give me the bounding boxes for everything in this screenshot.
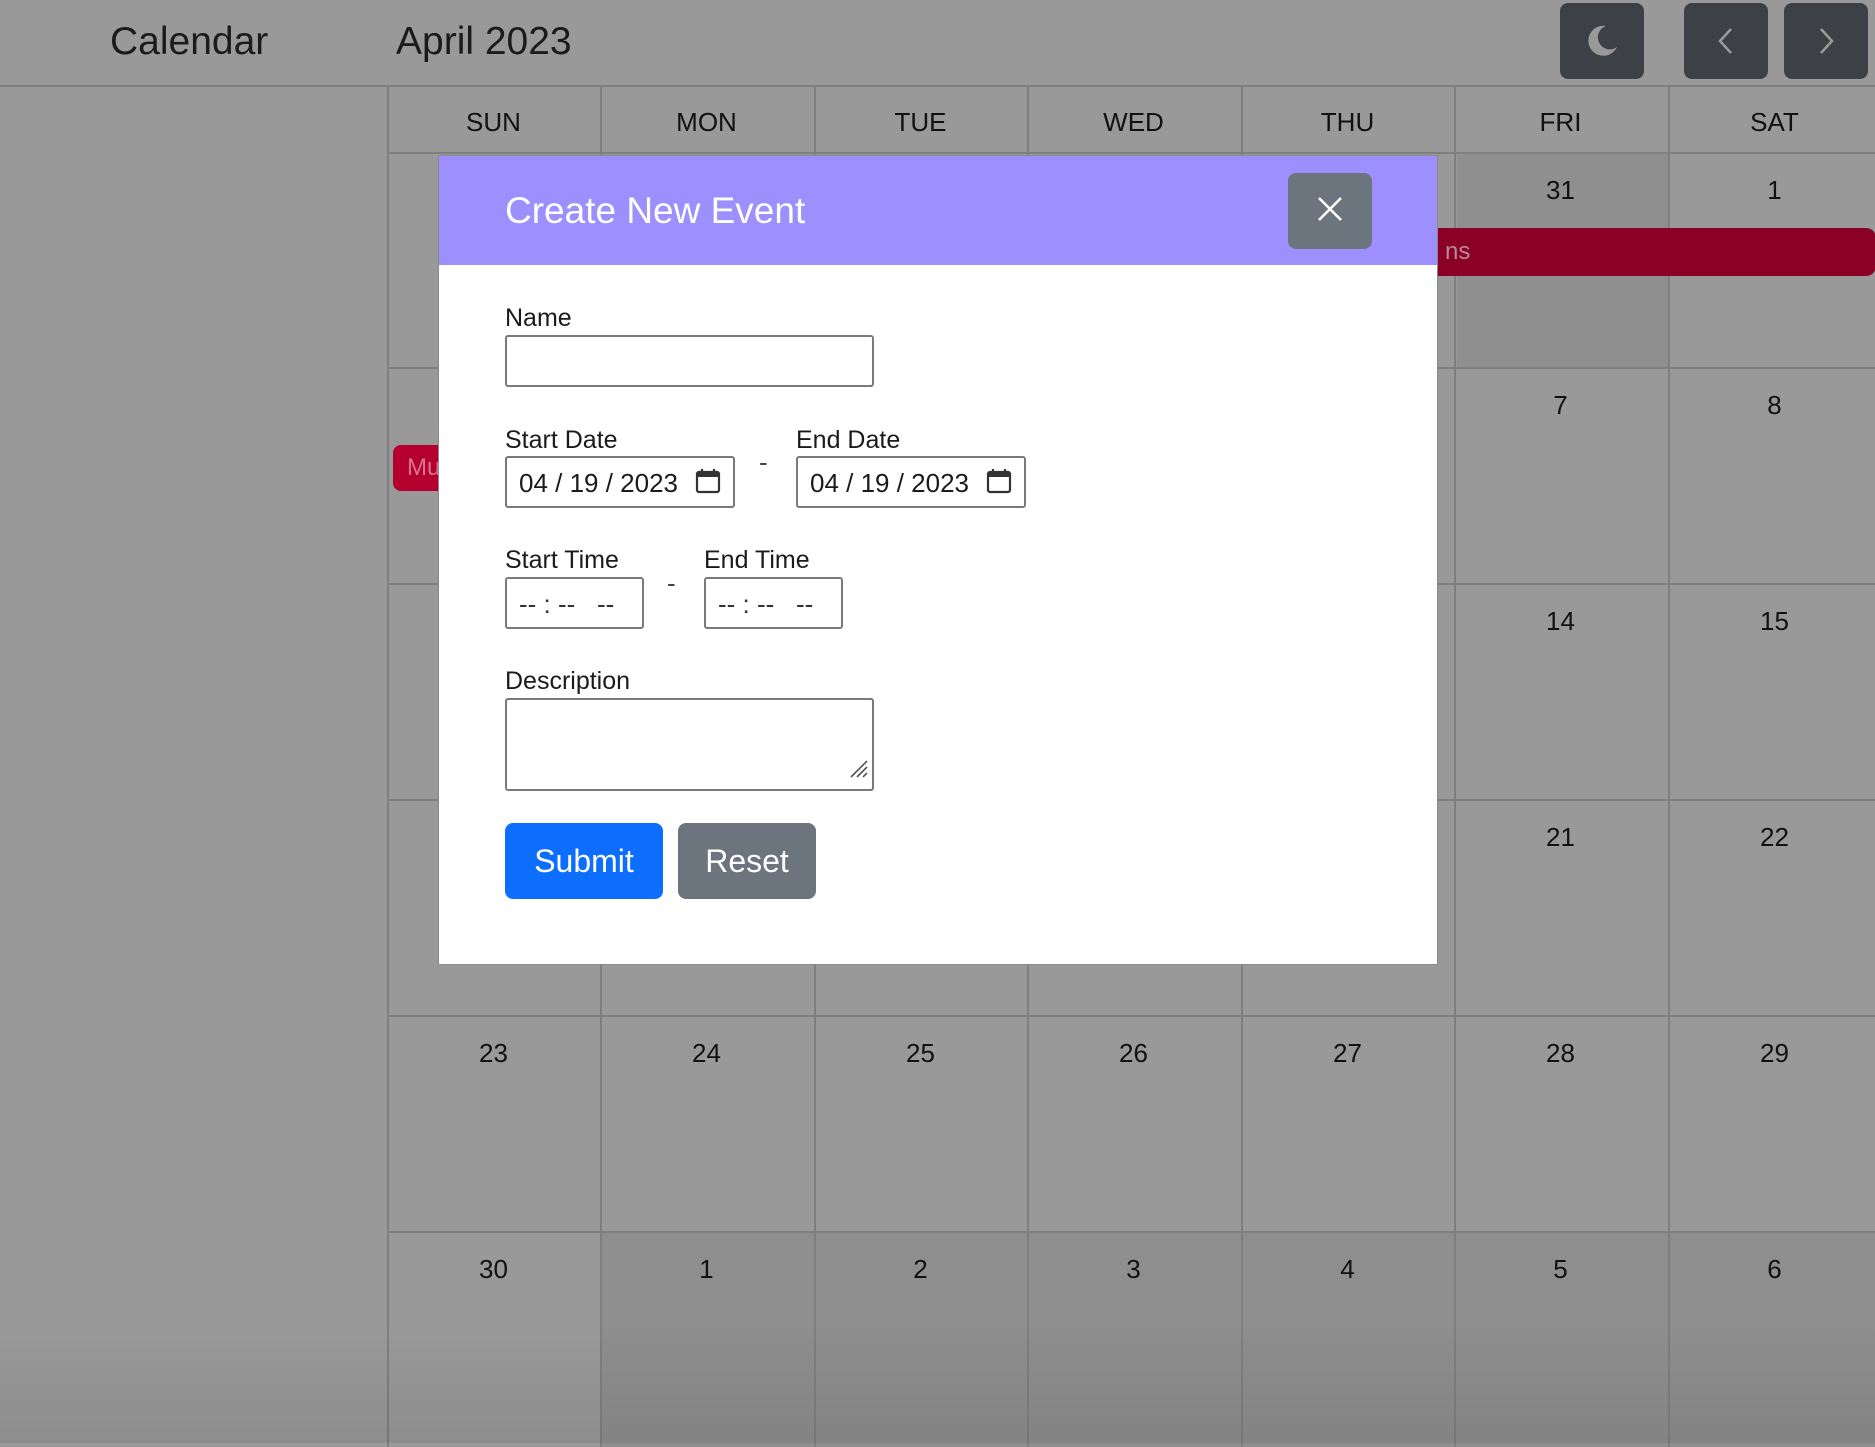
- day-number[interactable]: 23: [387, 1038, 600, 1069]
- day-number[interactable]: 15: [1668, 606, 1875, 637]
- description-textarea[interactable]: [505, 698, 874, 791]
- dark-mode-button[interactable]: [1560, 3, 1644, 79]
- day-number[interactable]: 30: [387, 1254, 600, 1285]
- day-number[interactable]: 24: [600, 1038, 813, 1069]
- chevron-left-icon: [1715, 26, 1737, 56]
- day-number[interactable]: 5: [1454, 1254, 1667, 1285]
- day-number[interactable]: 14: [1454, 606, 1667, 637]
- day-number[interactable]: 28: [1454, 1038, 1667, 1069]
- calendar-event[interactable]: ns: [1387, 228, 1875, 276]
- chevron-right-icon: [1815, 26, 1837, 56]
- start-time-input[interactable]: -- : -- --: [505, 577, 644, 629]
- start-date-label: Start Date: [505, 426, 618, 454]
- start-time-value: -- : -- --: [519, 589, 615, 619]
- end-time-label: End Time: [704, 546, 810, 574]
- day-number[interactable]: 21: [1454, 822, 1667, 853]
- app-title: Calendar: [110, 20, 269, 63]
- weekday-header: FRI: [1539, 107, 1582, 137]
- calendar-icon[interactable]: [986, 467, 1012, 502]
- weekday-header: MON: [676, 107, 737, 137]
- description-label: Description: [505, 667, 631, 695]
- day-number[interactable]: 25: [814, 1038, 1027, 1069]
- day-number[interactable]: 4: [1241, 1254, 1454, 1285]
- weekday-header: THU: [1320, 107, 1375, 137]
- reset-button[interactable]: Reset: [678, 823, 816, 899]
- weekday-header: SUN: [466, 107, 521, 137]
- day-number[interactable]: 29: [1668, 1038, 1875, 1069]
- day-number[interactable]: 2: [814, 1254, 1027, 1285]
- modal-title: Create New Event: [505, 190, 806, 231]
- end-time-value: -- : -- --: [718, 589, 814, 619]
- end-date-label: End Date: [796, 426, 901, 454]
- top-bar: Calendar April 2023: [0, 0, 1875, 87]
- day-number[interactable]: 31: [1454, 175, 1667, 206]
- modal-header: Create New Event: [439, 156, 1437, 265]
- start-date-input[interactable]: 04 / 19 / 2023: [505, 456, 735, 508]
- close-button[interactable]: [1288, 173, 1372, 249]
- weekday-header: TUE: [894, 107, 947, 137]
- time-range-separator: -: [667, 568, 676, 598]
- weekday-header: WED: [1103, 107, 1164, 137]
- end-time-input[interactable]: -- : -- --: [704, 577, 843, 629]
- day-number[interactable]: 26: [1027, 1038, 1240, 1069]
- start-date-value: 04 / 19 / 2023: [519, 468, 679, 498]
- day-number[interactable]: 1: [600, 1254, 813, 1285]
- day-number[interactable]: 7: [1454, 390, 1667, 421]
- event-label: Mu: [407, 454, 441, 481]
- day-number[interactable]: 27: [1241, 1038, 1454, 1069]
- month-title: April 2023: [396, 20, 572, 63]
- day-number[interactable]: 22: [1668, 822, 1875, 853]
- resize-handle-icon[interactable]: [847, 755, 869, 786]
- weekday-header: SAT: [1750, 107, 1799, 137]
- create-event-modal: Create New Event Name Start Date 04 / 19…: [439, 156, 1437, 964]
- day-number[interactable]: 1: [1668, 175, 1875, 206]
- event-label: ns: [1445, 238, 1471, 265]
- name-label: Name: [505, 304, 572, 332]
- calendar-icon[interactable]: [695, 467, 721, 502]
- prev-month-button[interactable]: [1684, 3, 1768, 79]
- submit-button[interactable]: Submit: [505, 823, 663, 899]
- backdrop-shade: [0, 1323, 1875, 1443]
- start-time-label: Start Time: [505, 546, 619, 574]
- moon-icon: [1584, 23, 1620, 59]
- date-range-separator: -: [759, 447, 768, 477]
- close-icon: [1315, 194, 1345, 229]
- name-input[interactable]: [505, 335, 874, 387]
- end-date-input[interactable]: 04 / 19 / 2023: [796, 456, 1026, 508]
- next-month-button[interactable]: [1784, 3, 1868, 79]
- end-date-value: 04 / 19 / 2023: [810, 468, 970, 498]
- day-number[interactable]: 6: [1668, 1254, 1875, 1285]
- day-number[interactable]: 3: [1027, 1254, 1240, 1285]
- day-number[interactable]: 8: [1668, 390, 1875, 421]
